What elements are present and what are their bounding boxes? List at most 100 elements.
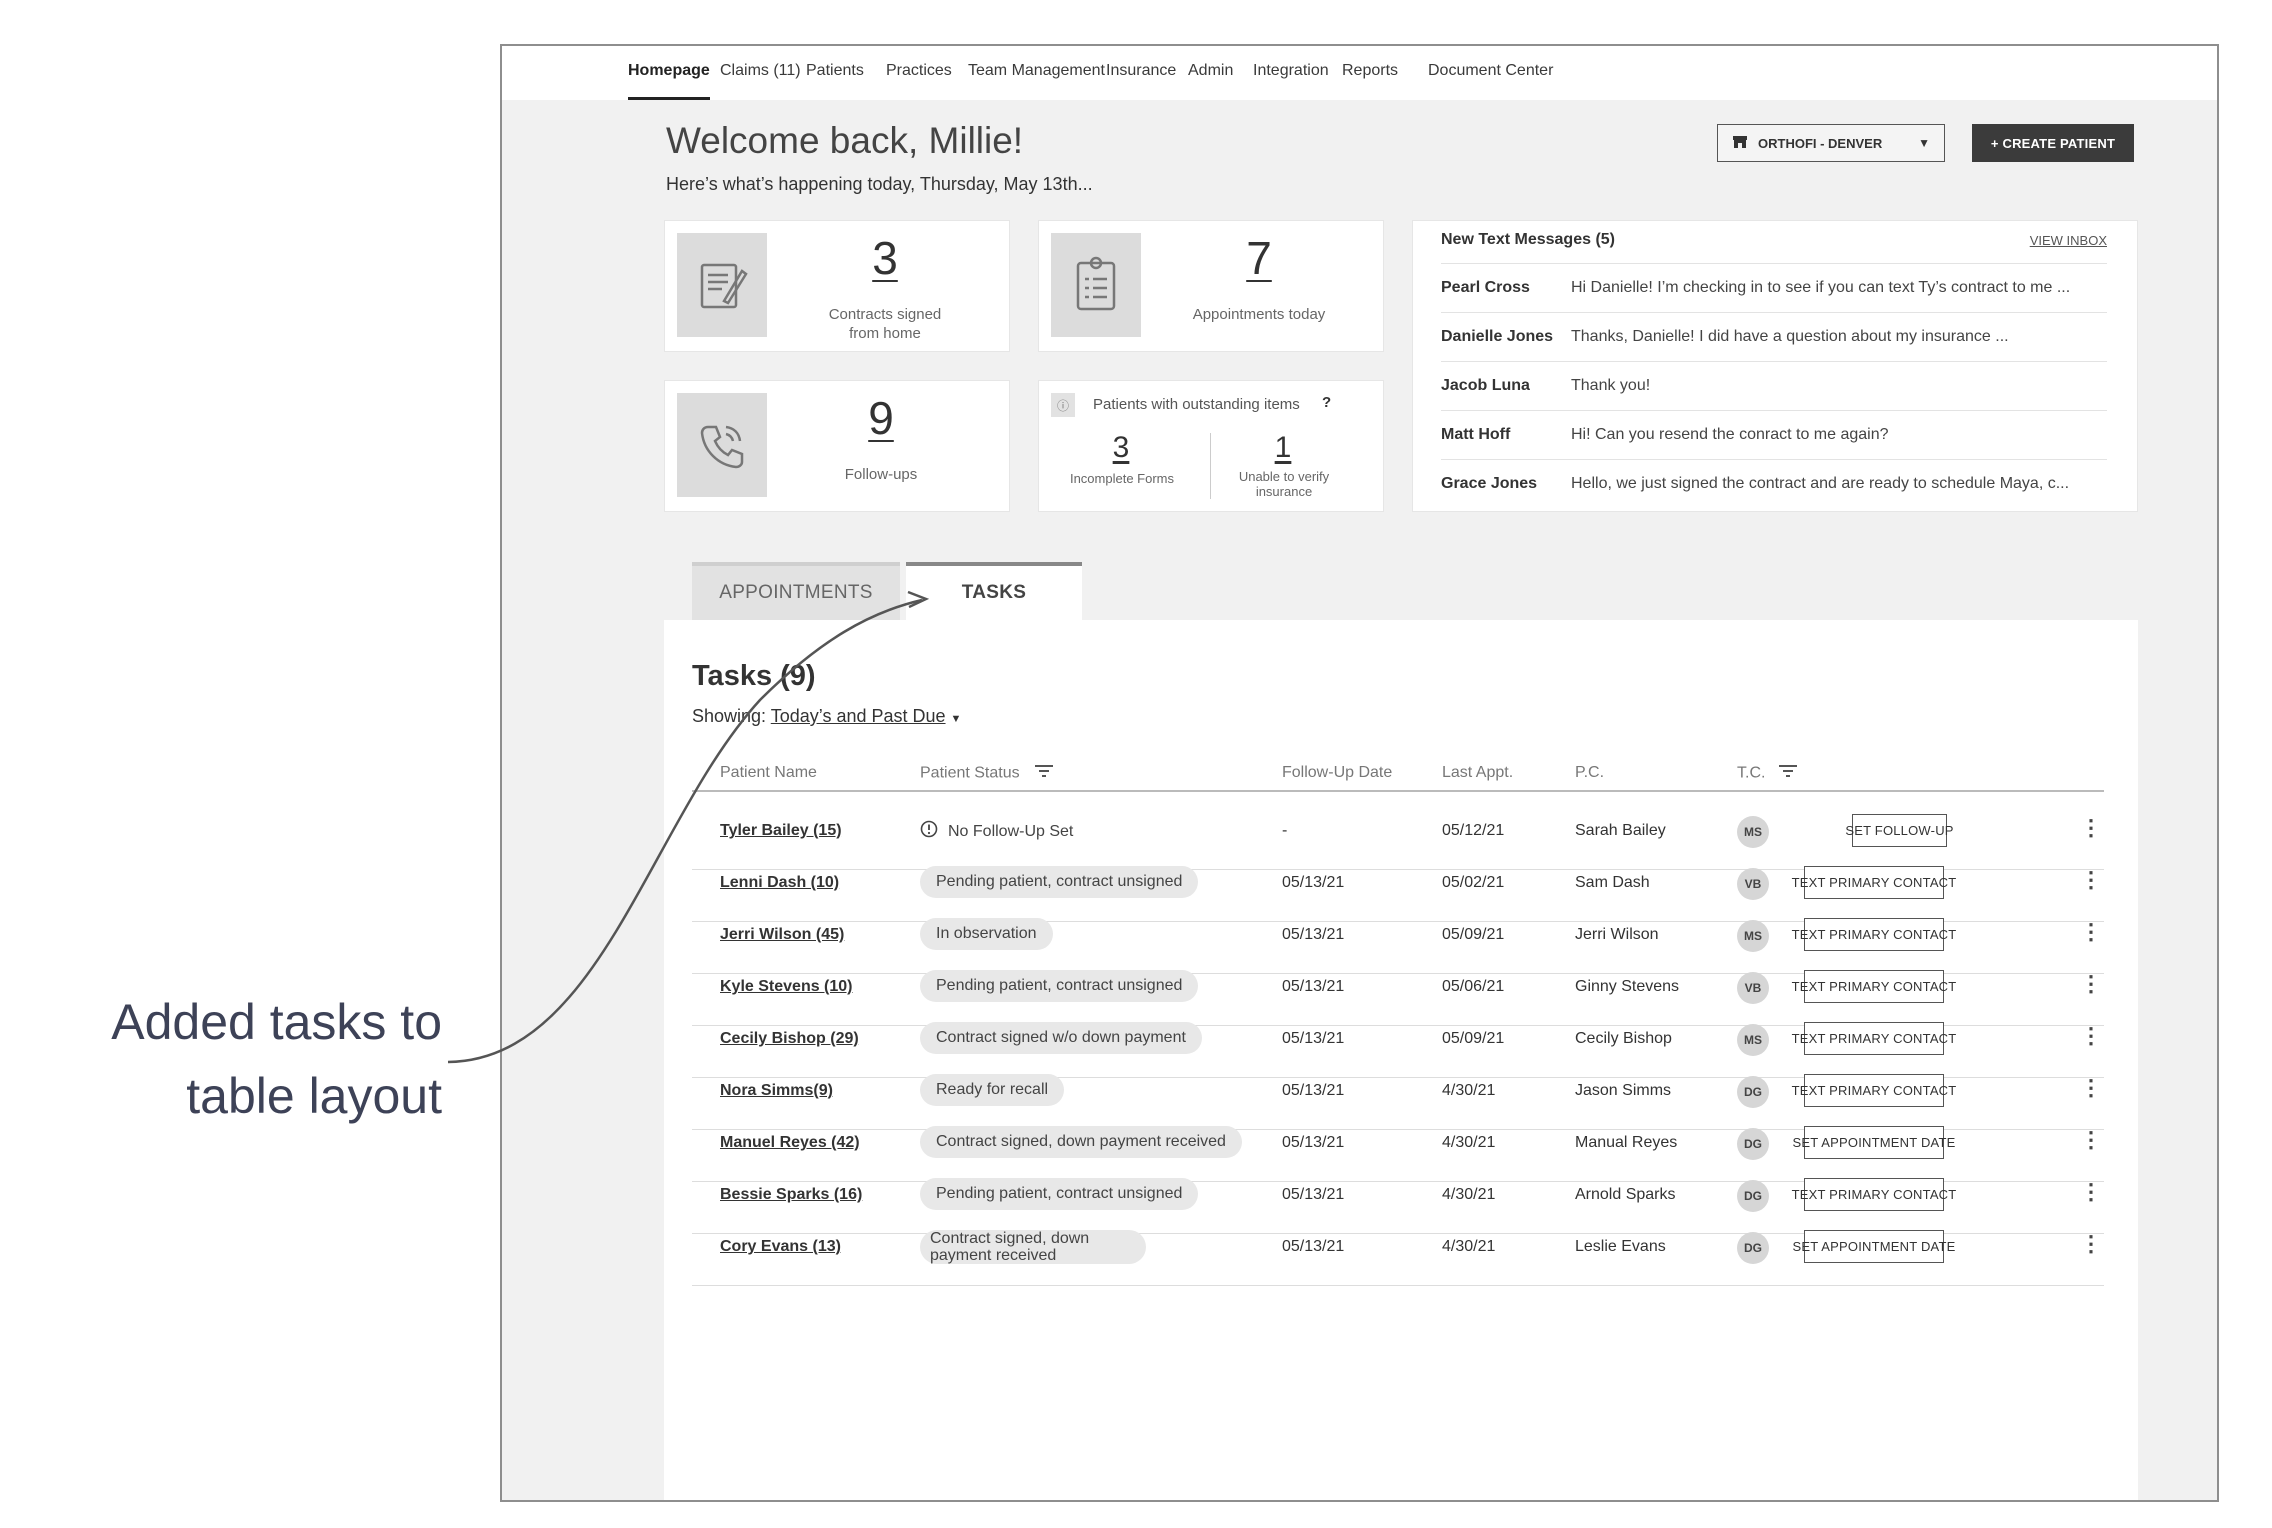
message-sender: Jacob Luna bbox=[1441, 377, 1530, 394]
nav-practices[interactable]: Practices bbox=[886, 46, 952, 100]
message-sender: Danielle Jones bbox=[1441, 328, 1554, 345]
tc-avatar: MS bbox=[1737, 816, 1769, 848]
col-patient-name[interactable]: Patient Name bbox=[720, 764, 817, 782]
phone-icon bbox=[677, 393, 767, 497]
set-follow-up-button[interactable]: SET FOLLOW-UP bbox=[1845, 814, 1953, 847]
tasks-panel: Tasks (9) Showing: Today’s and Past Due … bbox=[664, 620, 2138, 1500]
pc-name: Cecily Bishop bbox=[1575, 1030, 1672, 1047]
message-row[interactable]: Grace Jones Hello, we just signed the co… bbox=[1441, 459, 2107, 508]
tc-avatar: DG bbox=[1737, 1128, 1769, 1160]
welcome-subtitle: Here’s what’s happening today, Thursday,… bbox=[666, 174, 1093, 194]
nav-reports[interactable]: Reports bbox=[1342, 46, 1398, 100]
tc-avatar: DG bbox=[1737, 1076, 1769, 1108]
unverified-label-line1: Unable to verify bbox=[1238, 469, 1330, 484]
nav-team-management[interactable]: Team Management bbox=[968, 46, 1105, 100]
unverified-insurance-value[interactable]: 1 bbox=[1261, 431, 1305, 465]
followups-card[interactable]: 9 Follow-ups bbox=[664, 380, 1010, 512]
pc-name: Arnold Sparks bbox=[1575, 1186, 1676, 1203]
text-primary-contact-button[interactable]: TEXT PRIMARY CONTACT bbox=[1792, 866, 1956, 899]
patient-name-link[interactable]: Nora Simms(9) bbox=[720, 1082, 833, 1100]
appointments-card[interactable]: 7 Appointments today bbox=[1038, 220, 1384, 352]
followup-date: 05/13/21 bbox=[1282, 1238, 1345, 1255]
message-row[interactable]: Jacob Luna Thank you! bbox=[1441, 361, 2107, 410]
message-preview: Thank you! bbox=[1571, 377, 1651, 394]
more-options-icon[interactable]: ⋮ bbox=[2080, 1180, 2102, 1204]
contracts-value[interactable]: 3 bbox=[835, 231, 935, 285]
followup-date: 05/13/21 bbox=[1282, 1030, 1345, 1047]
tasks-filter: Showing: Today’s and Past Due ▼ bbox=[692, 706, 961, 727]
practice-select[interactable]: ORTHOFI - DENVER ▼ bbox=[1717, 124, 1945, 162]
filter-icon[interactable] bbox=[1034, 764, 1054, 783]
nav-insurance[interactable]: Insurance bbox=[1106, 46, 1176, 100]
patient-name-link[interactable]: Tyler Bailey (15) bbox=[720, 822, 842, 840]
last-appt-date: 05/09/21 bbox=[1442, 926, 1505, 943]
filter-dropdown[interactable]: Today’s and Past Due bbox=[771, 706, 946, 726]
col-pc[interactable]: P.C. bbox=[1575, 764, 1604, 782]
more-options-icon[interactable]: ⋮ bbox=[2080, 868, 2102, 892]
pc-name: Leslie Evans bbox=[1575, 1238, 1666, 1255]
more-options-icon[interactable]: ⋮ bbox=[2080, 1076, 2102, 1100]
text-primary-contact-button[interactable]: TEXT PRIMARY CONTACT bbox=[1792, 970, 1956, 1003]
more-options-icon[interactable]: ⋮ bbox=[2080, 920, 2102, 944]
more-options-icon[interactable]: ⋮ bbox=[2080, 816, 2102, 840]
message-row[interactable]: Danielle Jones Thanks, Danielle! I did h… bbox=[1441, 312, 2107, 361]
patient-name-link[interactable]: Kyle Stevens (10) bbox=[720, 978, 853, 996]
tab-appointments[interactable]: APPOINTMENTS bbox=[692, 562, 900, 620]
text-primary-contact-button[interactable]: TEXT PRIMARY CONTACT bbox=[1792, 918, 1956, 951]
patient-name-link[interactable]: Cory Evans (13) bbox=[720, 1238, 841, 1256]
incomplete-forms-value[interactable]: 3 bbox=[1099, 431, 1143, 465]
help-icon[interactable]: ? bbox=[1322, 394, 1331, 411]
text-primary-contact-button[interactable]: TEXT PRIMARY CONTACT bbox=[1792, 1074, 1956, 1107]
message-sender: Grace Jones bbox=[1441, 475, 1538, 492]
annotation-label: Added tasks to table layout bbox=[70, 985, 442, 1133]
patient-name-link[interactable]: Jerri Wilson (45) bbox=[720, 926, 844, 944]
nav-admin[interactable]: Admin bbox=[1188, 46, 1233, 100]
appointments-value[interactable]: 7 bbox=[1209, 231, 1309, 285]
filter-icon[interactable] bbox=[1778, 764, 1798, 783]
outstanding-title: Patients with outstanding items bbox=[1093, 396, 1300, 413]
divider bbox=[1210, 433, 1211, 499]
last-appt-date: 4/30/21 bbox=[1442, 1238, 1496, 1255]
contracts-card[interactable]: 3 Contracts signed from home bbox=[664, 220, 1010, 352]
col-tc-label: T.C. bbox=[1737, 764, 1766, 782]
pc-name: Sam Dash bbox=[1575, 874, 1650, 891]
tab-tasks[interactable]: TASKS bbox=[906, 562, 1082, 620]
nav-integration[interactable]: Integration bbox=[1253, 46, 1329, 100]
patient-name-link[interactable]: Manuel Reyes (42) bbox=[720, 1134, 860, 1152]
message-row[interactable]: Pearl Cross Hi Danielle! I’m checking in… bbox=[1441, 263, 2107, 312]
nav-patients[interactable]: Patients bbox=[806, 46, 864, 100]
pc-name: Sarah Bailey bbox=[1575, 822, 1666, 839]
nav-homepage[interactable]: Homepage bbox=[628, 46, 710, 100]
patient-name-link[interactable]: Lenni Dash (10) bbox=[720, 874, 839, 892]
col-last-appt[interactable]: Last Appt. bbox=[1442, 764, 1513, 782]
message-preview: Hello, we just signed the contract and a… bbox=[1571, 475, 2070, 492]
set-appointment-date-button[interactable]: SET APPOINTMENT DATE bbox=[1793, 1126, 1955, 1159]
patient-status-pill: Pending patient, contract unsigned bbox=[920, 866, 1199, 898]
more-options-icon[interactable]: ⋮ bbox=[2080, 1024, 2102, 1048]
followups-value[interactable]: 9 bbox=[831, 391, 931, 445]
last-appt-date: 4/30/21 bbox=[1442, 1134, 1496, 1151]
tc-avatar: MS bbox=[1737, 920, 1769, 952]
patient-status-pill: In observation bbox=[920, 918, 1053, 950]
contracts-label: Contracts signed from home bbox=[785, 305, 985, 343]
text-primary-contact-button[interactable]: TEXT PRIMARY CONTACT bbox=[1792, 1178, 1956, 1211]
col-followup-date[interactable]: Follow-Up Date bbox=[1282, 764, 1392, 782]
caret-down-icon[interactable]: ▼ bbox=[951, 713, 962, 725]
set-appointment-date-button[interactable]: SET APPOINTMENT DATE bbox=[1793, 1230, 1955, 1263]
tc-avatar: VB bbox=[1737, 972, 1769, 1004]
patient-status-pill: Pending patient, contract unsigned bbox=[920, 1178, 1199, 1210]
contract-icon bbox=[677, 233, 767, 337]
view-inbox-link[interactable]: VIEW INBOX bbox=[2030, 233, 2107, 248]
text-primary-contact-button[interactable]: TEXT PRIMARY CONTACT bbox=[1792, 1022, 1956, 1055]
message-row[interactable]: Matt Hoff Hi! Can you resend the conract… bbox=[1441, 410, 2107, 459]
create-patient-button[interactable]: + CREATE PATIENT bbox=[1972, 124, 2134, 162]
annotation-line-1: Added tasks to bbox=[111, 994, 442, 1050]
nav-document-center[interactable]: Document Center bbox=[1428, 46, 1553, 100]
more-options-icon[interactable]: ⋮ bbox=[2080, 1128, 2102, 1152]
nav-claims[interactable]: Claims (11) bbox=[720, 46, 801, 100]
more-options-icon[interactable]: ⋮ bbox=[2080, 1232, 2102, 1256]
patient-name-link[interactable]: Cecily Bishop (29) bbox=[720, 1030, 859, 1048]
col-patient-status-label: Patient Status bbox=[920, 764, 1020, 782]
more-options-icon[interactable]: ⋮ bbox=[2080, 972, 2102, 996]
patient-name-link[interactable]: Bessie Sparks (16) bbox=[720, 1186, 862, 1204]
